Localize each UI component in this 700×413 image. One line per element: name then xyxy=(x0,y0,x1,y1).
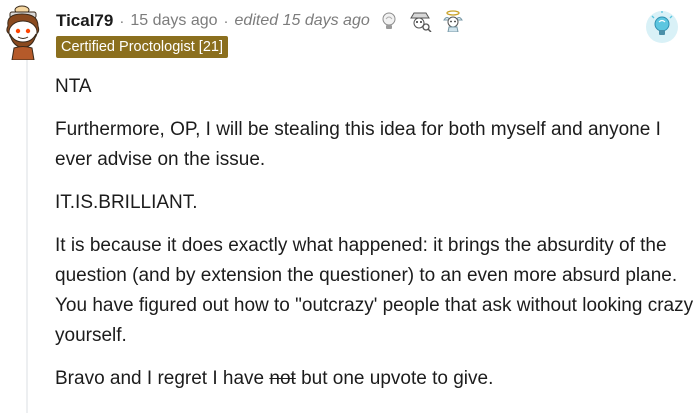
paragraph-text: but one upvote to give. xyxy=(295,368,494,389)
separator: · xyxy=(223,12,229,30)
comment-paragraph: Bravo and I regret I have not but one up… xyxy=(55,364,695,394)
lightbulb-badge-icon[interactable] xyxy=(643,8,681,46)
angel-award-icon[interactable] xyxy=(442,10,464,32)
comment-header: Tical79 · 15 days ago · edited 15 days a… xyxy=(56,8,464,34)
user-flair: Certified Proctologist [21] xyxy=(56,36,228,58)
comment-paragraph: It is because it does exactly what happe… xyxy=(55,235,694,346)
comment-paragraph: IT.IS.BRILLIANT. xyxy=(55,192,198,213)
comment-paragraph: NTA xyxy=(55,76,92,97)
timestamp[interactable]: 15 days ago xyxy=(130,12,217,30)
separator: · xyxy=(119,12,125,30)
comment-body: NTA Furthermore, OP, I will be stealing … xyxy=(55,72,695,407)
comment-paragraph: Furthermore, OP, I will be stealing this… xyxy=(55,119,661,170)
paragraph-text: Bravo and I regret I have xyxy=(55,368,270,389)
comment: Tical79 · 15 days ago · edited 15 days a… xyxy=(0,0,700,413)
strikethrough-text: not xyxy=(269,368,296,389)
lightbulb-award-icon[interactable] xyxy=(380,10,398,32)
username-link[interactable]: Tical79 xyxy=(56,11,113,31)
edited-timestamp: edited 15 days ago xyxy=(234,12,370,29)
detective-award-icon[interactable] xyxy=(408,10,432,32)
thread-line[interactable] xyxy=(26,60,28,413)
avatar[interactable] xyxy=(2,4,46,60)
